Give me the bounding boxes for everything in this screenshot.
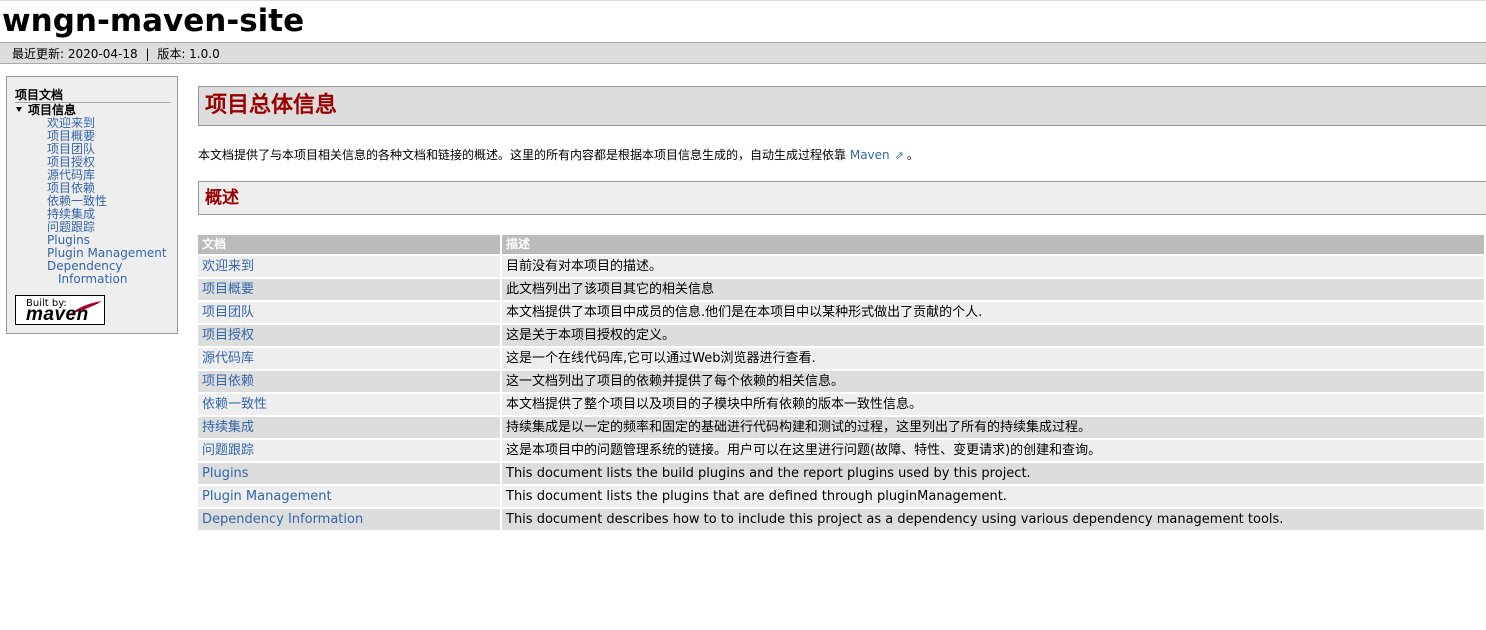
breadcrumb-separator: | — [145, 47, 150, 61]
project-version: 版本: 1.0.0 — [157, 47, 220, 61]
sidebar-item-dependencies[interactable]: 项目依赖 — [47, 181, 95, 195]
table-row: 项目授权 这是关于本项目授权的定义。 — [198, 323, 1486, 347]
sidebar-item-plugin-management[interactable]: Plugin Management — [47, 246, 167, 260]
table-row: 项目依赖 这一文档列出了项目的依赖并提供了每个依赖的相关信息。 — [198, 369, 1486, 393]
column-header-document: 文档 — [198, 235, 502, 255]
table-row: 欢迎来到 目前没有对本项目的描述。 — [198, 254, 1486, 278]
table-row: 依赖一致性 本文档提供了整个项目以及项目的子模块中所有依赖的版本一致性信息。 — [198, 392, 1486, 416]
breadcrumb-bar: 最近更新: 2020-04-18 | 版本: 1.0.0 — [0, 42, 1486, 64]
doc-description: 持续集成是以一定的频率和固定的基础进行代码构建和测试的过程，这里列出了所有的持续… — [501, 415, 1486, 439]
doc-description: 这是关于本项目授权的定义。 — [501, 323, 1486, 347]
sidebar-item-licenses[interactable]: 项目授权 — [47, 155, 95, 169]
sidebar-item-team[interactable]: 项目团队 — [47, 142, 95, 156]
doc-link[interactable]: Plugin Management — [202, 489, 332, 504]
doc-link[interactable]: 项目概要 — [202, 282, 254, 297]
doc-description: 这是一个在线代码库,它可以通过Web浏览器进行查看. — [501, 346, 1486, 370]
doc-description: 此文档列出了该项目其它的相关信息 — [501, 277, 1486, 301]
doc-link[interactable]: 依赖一致性 — [202, 397, 267, 412]
doc-link[interactable]: 持续集成 — [202, 420, 254, 435]
doc-link[interactable]: 欢迎来到 — [202, 259, 254, 274]
intro-text: 本文档提供了与本项目相关信息的各种文档和链接的概述。这里的所有内容都是根据本项目… — [198, 148, 847, 162]
sidebar-item-ci[interactable]: 持续集成 — [47, 207, 95, 221]
external-link-icon: ⇗ — [894, 149, 904, 162]
table-row: 持续集成 持续集成是以一定的频率和固定的基础进行代码构建和测试的过程，这里列出了所… — [198, 415, 1486, 439]
doc-link[interactable]: Plugins — [202, 466, 249, 481]
column-header-description: 描述 — [501, 235, 1486, 255]
sidebar: 项目文档 项目信息 欢迎来到 项目概要 项目团队 项目授权 源代码库 项目依赖 … — [6, 76, 178, 334]
doc-description: 这一文档列出了项目的依赖并提供了每个依赖的相关信息。 — [501, 369, 1486, 393]
doc-description: 本文档提供了整个项目以及项目的子模块中所有依赖的版本一致性信息。 — [501, 392, 1486, 416]
doc-link[interactable]: 项目依赖 — [202, 374, 254, 389]
intro-paragraph: 本文档提供了与本项目相关信息的各种文档和链接的概述。这里的所有内容都是根据本项目… — [198, 148, 919, 163]
nav-list: 欢迎来到 项目概要 项目团队 项目授权 源代码库 项目依赖 依赖一致性 持续集成… — [47, 117, 167, 286]
sidebar-item-issue-tracking[interactable]: 问题跟踪 — [47, 220, 95, 234]
doc-link[interactable]: 项目团队 — [202, 305, 254, 320]
nav-heading: 项目文档 — [15, 89, 171, 103]
doc-description: 这是本项目中的问题管理系统的链接。用户可以在这里进行问题(故障、特性、变更请求)… — [501, 438, 1486, 462]
maven-link[interactable]: Maven — [850, 148, 890, 162]
table-row: Plugins This document lists the build plu… — [198, 461, 1486, 485]
doc-link[interactable]: 问题跟踪 — [202, 443, 254, 458]
documents-table: 文档 描述 欢迎来到 目前没有对本项目的描述。 项目概要 此文档列出了该项目其它的相… — [198, 235, 1486, 530]
doc-link[interactable]: 源代码库 — [202, 351, 254, 366]
table-row: Dependency Information This document desc… — [198, 507, 1486, 530]
sidebar-item-dependency-info-cont[interactable]: Information — [58, 272, 127, 286]
sidebar-item-welcome[interactable]: 欢迎来到 — [47, 116, 95, 130]
doc-link[interactable]: 项目授权 — [202, 328, 254, 343]
table-row: 问题跟踪 这是本项目中的问题管理系统的链接。用户可以在这里进行问题(故障、特性、变… — [198, 438, 1486, 462]
section-heading-overview: 概述 — [198, 181, 1486, 215]
maven-wordmark: maven — [26, 304, 89, 325]
sidebar-item-scm[interactable]: 源代码库 — [47, 168, 95, 182]
page-title: 项目总体信息 — [198, 86, 1486, 126]
expand-triangle-icon[interactable] — [16, 107, 22, 112]
sidebar-item-dependency-info[interactable]: Dependency — [47, 259, 123, 273]
banner: wngn-maven-site — [0, 0, 1486, 43]
built-by-maven-logo[interactable]: Built by: maven — [15, 295, 105, 325]
nav-section-label: 项目信息 — [28, 103, 77, 117]
doc-description: This document describes how to to includ… — [501, 507, 1486, 530]
sidebar-item-summary[interactable]: 项目概要 — [47, 129, 95, 143]
table-row: Plugin Management This document lists the… — [198, 484, 1486, 508]
sidebar-item-plugins[interactable]: Plugins — [47, 233, 90, 247]
table-row: 项目团队 本文档提供了本项目中成员的信息.他们是在本项目中以某种形式做出了贡献的个… — [198, 300, 1486, 324]
table-row: 源代码库 这是一个在线代码库,它可以通过Web浏览器进行查看. — [198, 346, 1486, 370]
doc-link[interactable]: Dependency Information — [202, 512, 363, 527]
doc-description: 目前没有对本项目的描述。 — [501, 254, 1486, 278]
doc-description: This document lists the plugins that are… — [501, 484, 1486, 508]
site-title: wngn-maven-site — [2, 3, 305, 39]
main-content: 项目总体信息 本文档提供了与本项目相关信息的各种文档和链接的概述。这里的所有内容… — [198, 86, 1486, 530]
sidebar-item-dependency-convergence[interactable]: 依赖一致性 — [47, 194, 107, 208]
last-published: 最近更新: 2020-04-18 — [12, 47, 138, 61]
doc-description: 本文档提供了本项目中成员的信息.他们是在本项目中以某种形式做出了贡献的个人. — [501, 300, 1486, 324]
table-row: 项目概要 此文档列出了该项目其它的相关信息 — [198, 277, 1486, 301]
intro-tail: 。 — [906, 148, 919, 162]
doc-description: This document lists the build plugins an… — [501, 461, 1486, 485]
